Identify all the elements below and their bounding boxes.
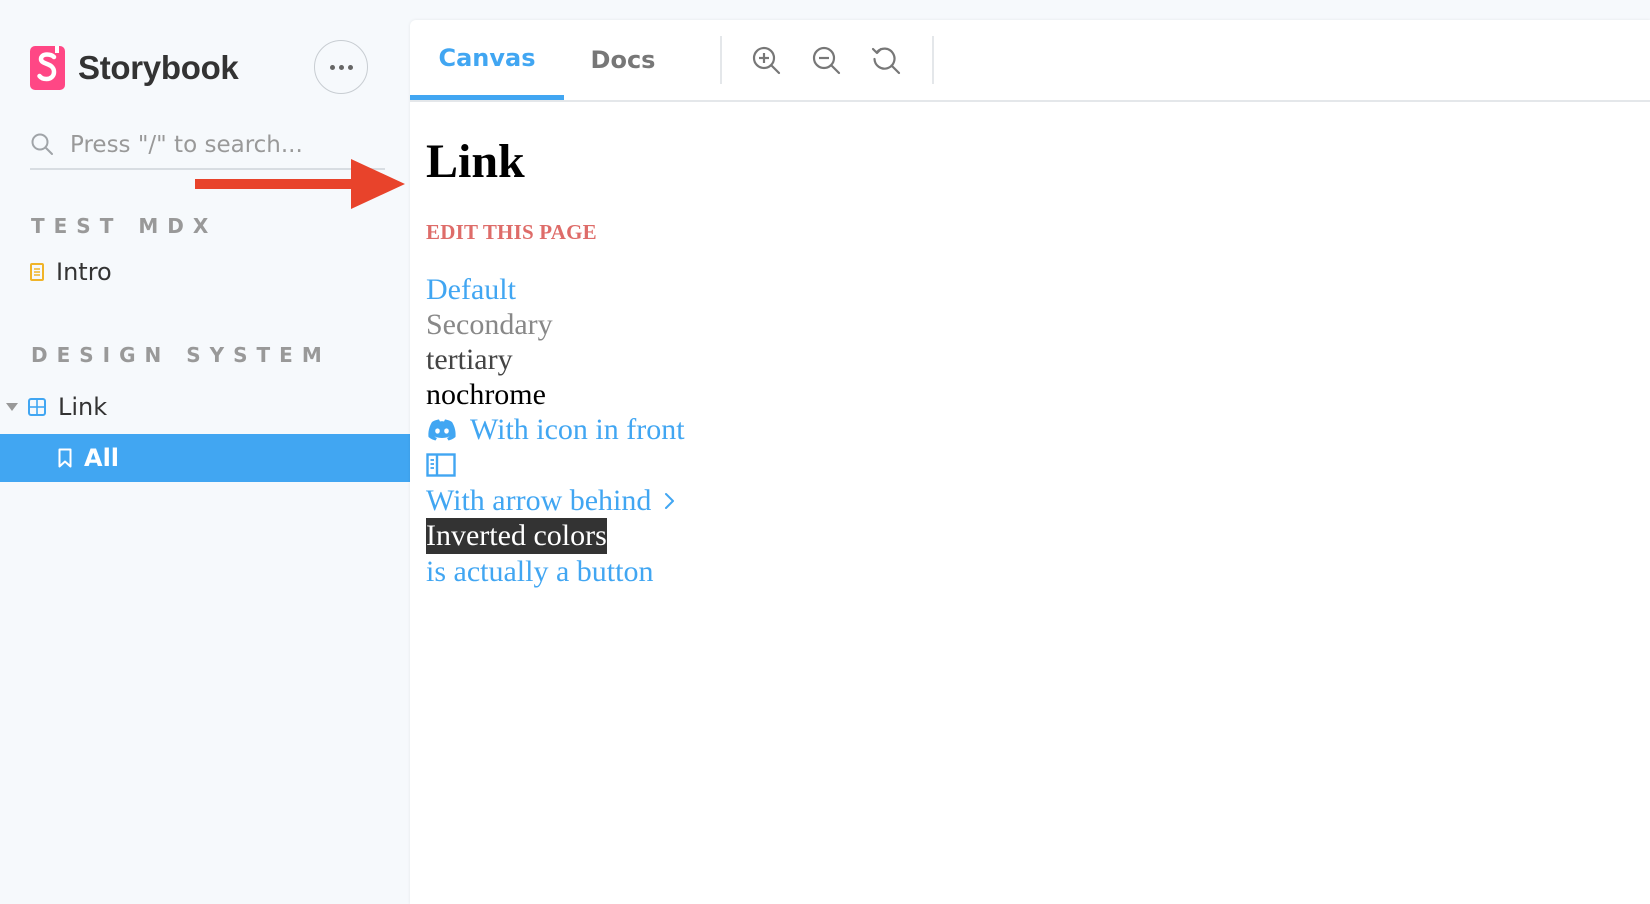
tab-docs[interactable]: Docs xyxy=(564,20,682,100)
zoom-out-button[interactable] xyxy=(808,42,844,78)
discord-icon xyxy=(428,419,456,441)
link-button[interactable]: is actually a button xyxy=(426,554,653,590)
zoom-in-icon xyxy=(752,46,781,75)
link-label: With arrow behind xyxy=(426,484,652,517)
ellipsis-icon xyxy=(329,64,335,70)
group-title-test-mdx: TEST MDX xyxy=(31,214,218,238)
zoom-in-button[interactable] xyxy=(748,42,784,78)
link-icon-only[interactable] xyxy=(426,450,456,486)
page-title: Link xyxy=(426,135,525,188)
sidebar-item-label: Link xyxy=(58,393,108,421)
sidebar-item-link[interactable]: Link xyxy=(6,393,107,421)
sidebar-item-label: Intro xyxy=(56,258,112,286)
storybook-logo-icon xyxy=(30,46,65,90)
link-tertiary[interactable]: tertiary xyxy=(426,342,513,378)
search-icon xyxy=(31,133,53,155)
main-panel: Canvas Docs Link EDIT THIS PAGE Default … xyxy=(410,20,1650,904)
toolbar: Canvas Docs xyxy=(410,20,1650,102)
sidebar: Storybook TEST MDX Intro DESIGN SYSTEM L xyxy=(0,0,410,904)
tab-canvas[interactable]: Canvas xyxy=(410,20,564,100)
link-default[interactable]: Default xyxy=(426,272,516,308)
sidebar-item-intro[interactable]: Intro xyxy=(30,258,112,286)
brand-name: Storybook xyxy=(78,49,239,86)
sidebar-item-label: All xyxy=(84,444,120,472)
chevron-right-icon xyxy=(665,493,675,509)
reset-zoom-icon xyxy=(871,47,901,75)
link-with-icon[interactable]: With icon in front xyxy=(426,412,685,448)
edit-this-page-link[interactable]: EDIT THIS PAGE xyxy=(426,220,597,245)
more-options-button[interactable] xyxy=(314,40,368,94)
link-secondary[interactable]: Secondary xyxy=(426,307,553,343)
link-nochrome[interactable]: nochrome xyxy=(426,377,546,413)
zoom-out-icon xyxy=(812,46,841,75)
sidebar-icon xyxy=(426,453,456,477)
link-label: With icon in front xyxy=(470,413,685,446)
sidebar-item-all[interactable]: All xyxy=(0,434,410,482)
toolbar-divider xyxy=(720,36,722,84)
bookmark-icon xyxy=(58,448,72,468)
link-inverted[interactable]: Inverted colors xyxy=(426,518,607,554)
link-with-arrow[interactable]: With arrow behind xyxy=(426,483,675,519)
document-icon xyxy=(30,263,44,281)
brand[interactable]: Storybook xyxy=(30,46,239,90)
reset-zoom-button[interactable] xyxy=(868,42,904,78)
component-icon xyxy=(28,398,46,416)
caret-down-icon xyxy=(6,403,18,411)
group-title-design-system: DESIGN SYSTEM xyxy=(31,343,331,367)
toolbar-divider xyxy=(932,36,934,84)
annotation-arrow-icon xyxy=(195,159,405,209)
